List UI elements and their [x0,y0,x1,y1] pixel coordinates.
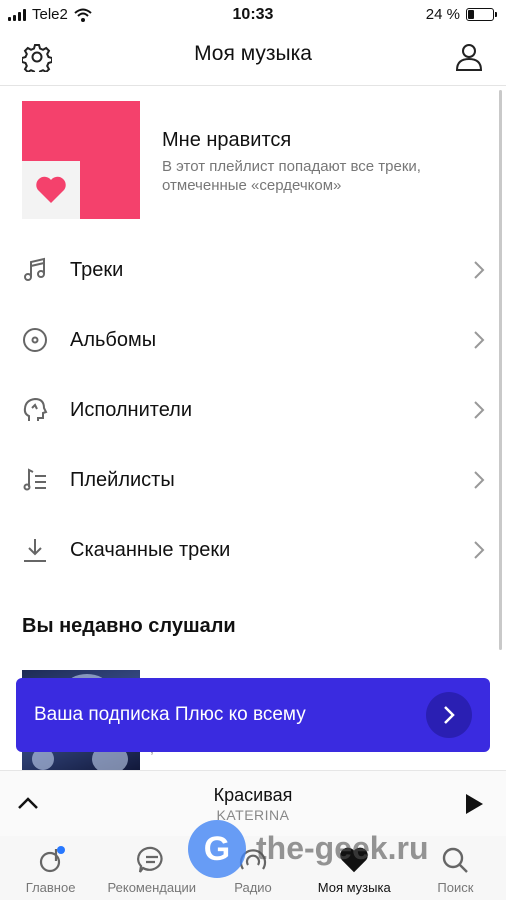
tab-my-music[interactable]: Моя музыка [304,836,405,900]
artist-icon [23,397,48,421]
menu-item-playlists[interactable]: Плейлисты [0,445,506,515]
header: Моя музыка [0,30,506,86]
profile-button[interactable] [452,40,486,74]
menu-item-albums[interactable]: Альбомы [0,305,506,375]
player-track-title: Красивая [213,785,293,805]
tab-label-home: Главное [25,880,76,895]
menu-item-tracks[interactable]: Треки [0,235,506,305]
chevron-right-icon [444,706,455,724]
chevron-right-icon [474,331,485,349]
tab-recommendations[interactable]: Рекомендации [101,836,202,900]
disc-icon [23,328,47,352]
chat-icon [136,846,163,873]
notification-dot [56,846,65,854]
menu-label-playlists: Плейлисты [70,468,175,491]
liked-playlist-description: В этот плейлист попадают все треки, отме… [162,158,421,194]
tab-label-my-music: Моя музыка [317,880,391,895]
page-title: Моя музыка [194,42,312,65]
heart-icon [340,847,368,873]
menu-label-downloads: Скачанные треки [70,538,231,561]
tab-label-search: Поиск [437,880,474,895]
chevron-right-icon [474,471,485,489]
tab-radio[interactable]: Радио [202,836,303,900]
library-menu: Треки Альбомы Исполнители Плейлисты Скач… [0,235,506,585]
tab-home[interactable]: Главное [0,836,101,900]
playlist-icon [23,468,46,491]
heart-icon [36,176,66,203]
radio-icon [239,849,267,870]
player-track-artist: KATERINA [216,807,290,823]
menu-item-artists[interactable]: Исполнители [0,375,506,445]
menu-label-albums: Альбомы [70,328,157,351]
status-right: 24 % [425,6,497,23]
tab-search[interactable]: Поиск [405,836,506,900]
download-icon [24,539,46,562]
mini-player[interactable]: Красивая KATERINA [0,770,506,836]
menu-label-tracks: Треки [70,258,124,281]
user-icon [455,44,483,71]
chevron-right-icon [474,541,485,559]
liked-playlist-title: Мне нравится [162,129,292,151]
menu-label-artists: Исполнители [70,398,193,421]
music-note-icon [24,257,45,281]
subscription-banner-button[interactable] [426,692,472,738]
search-icon [443,847,469,873]
battery-fill [468,10,475,19]
menu-item-downloads[interactable]: Скачанные треки [0,515,506,585]
play-icon[interactable] [464,793,484,815]
subscription-banner[interactable]: Ваша подписка Плюс ко всему [16,678,490,752]
subscription-banner-label: Ваша подписка Плюс ко всему [34,704,306,725]
battery-icon [466,8,497,21]
liked-playlist-card[interactable]: Мне нравится В этот плейлист попадают вс… [22,101,492,219]
tab-label-radio: Радио [234,880,272,895]
battery-percent: 24 % [425,6,460,23]
chevron-right-icon [474,401,485,419]
liked-playlist-cover [22,101,140,219]
tab-bar: Главное Рекомендации Радио Моя музыка По… [0,836,506,900]
status-bar: Tele2 10:33 24 % [0,0,506,30]
recent-section-title: Вы недавно слушали [22,615,236,637]
tab-label-recommendations: Рекомендации [107,880,197,895]
chevron-right-icon [474,261,485,279]
